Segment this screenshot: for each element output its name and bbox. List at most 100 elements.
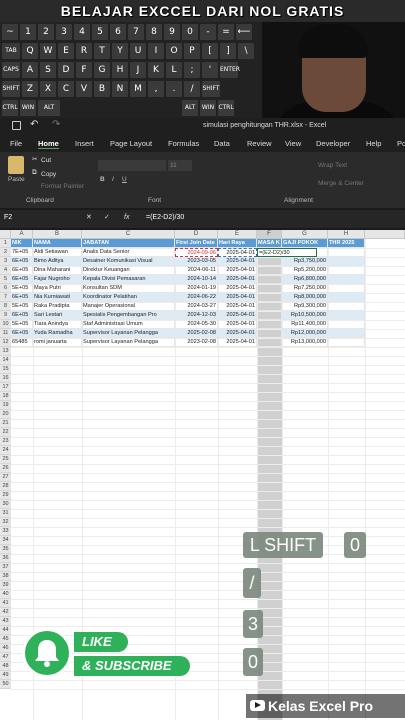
cell-D2[interactable]: 2024-09-06 [175, 248, 218, 257]
key-row5-3[interactable]: ALT [182, 100, 198, 116]
key-row2-9[interactable]: O [166, 43, 182, 59]
tab-formulas[interactable]: Formulas [168, 139, 199, 148]
undo-icon[interactable]: ↶ [30, 119, 38, 130]
row-header-31[interactable]: 31 [0, 509, 11, 518]
key-row3-5[interactable]: G [94, 62, 110, 78]
row-header-25[interactable]: 25 [0, 455, 11, 464]
wrap-text-button[interactable]: Wrap Text [318, 162, 347, 169]
key-row4-3[interactable]: C [58, 81, 74, 97]
key-row1-7[interactable]: 7 [128, 24, 144, 40]
key-row2-11[interactable]: [ [202, 43, 218, 59]
cell-A10[interactable]: 5E+05 [11, 320, 33, 329]
copy-icon[interactable]: ⧉ [32, 169, 37, 177]
key-row5-5[interactable]: CTRL [218, 100, 234, 116]
header-cell-D[interactable]: First Join Date [175, 239, 218, 248]
cell-D10[interactable]: 2024-05-30 [175, 320, 218, 329]
row-header-3[interactable]: 3 [0, 257, 11, 266]
header-cell-A[interactable]: NIK [11, 239, 33, 248]
key-row3-11[interactable]: ' [202, 62, 218, 78]
row-header-41[interactable]: 41 [0, 599, 11, 608]
cell-D6[interactable]: 2024-01-19 [175, 284, 218, 293]
cell-B8[interactable]: Raka Pradipta [33, 302, 82, 311]
row-header-37[interactable]: 37 [0, 563, 11, 572]
key-row2-1[interactable]: Q [22, 43, 38, 59]
column-header-B[interactable]: B [33, 230, 82, 239]
cell-D9[interactable]: 2024-12-03 [175, 311, 218, 320]
cell-C10[interactable]: Staf Administrasi Umum [82, 320, 175, 329]
cell-B6[interactable]: Maya Putri [33, 284, 82, 293]
cancel-icon[interactable]: ✕ [86, 213, 92, 221]
cell-E11[interactable]: 2025-04-01 [218, 329, 257, 338]
cell-A6[interactable]: 5E+05 [11, 284, 33, 293]
cell-E8[interactable]: 2025-04-01 [218, 302, 257, 311]
key-row3-3[interactable]: D [58, 62, 74, 78]
cell-A5[interactable]: 6E+05 [11, 275, 33, 284]
row-header-10[interactable]: 10 [0, 320, 11, 329]
cell-F4[interactable] [257, 266, 282, 275]
cell-E5[interactable]: 2025-04-01 [218, 275, 257, 284]
row-header-40[interactable]: 40 [0, 590, 11, 599]
cell-G9[interactable]: Rp10,500,000 [282, 311, 328, 320]
save-icon[interactable] [12, 121, 21, 130]
row-header-22[interactable]: 22 [0, 428, 11, 437]
italic-icon[interactable]: I [112, 176, 114, 183]
row-header-29[interactable]: 29 [0, 491, 11, 500]
tab-file[interactable]: File [10, 139, 22, 148]
row-header-49[interactable]: 49 [0, 671, 11, 680]
row-header-36[interactable]: 36 [0, 554, 11, 563]
cell-D8[interactable]: 2024-03-27 [175, 302, 218, 311]
cell-H8[interactable] [328, 302, 365, 311]
key-row1-3[interactable]: 3 [56, 24, 72, 40]
key-row4-8[interactable]: , [148, 81, 164, 97]
cell-C4[interactable]: Direktur Keuangan [82, 266, 175, 275]
row-header-35[interactable]: 35 [0, 545, 11, 554]
cell-H2[interactable] [328, 248, 365, 257]
tab-review[interactable]: Review [247, 139, 272, 148]
key-row3-8[interactable]: K [148, 62, 164, 78]
row-header-32[interactable]: 32 [0, 518, 11, 527]
row-header-39[interactable]: 39 [0, 581, 11, 590]
cell-H3[interactable] [328, 257, 365, 266]
cell-F11[interactable] [257, 329, 282, 338]
key-row2-13[interactable]: \ [238, 43, 254, 59]
column-header-C[interactable]: C [82, 230, 175, 239]
key-row2-5[interactable]: T [94, 43, 110, 59]
key-row1-4[interactable]: 4 [74, 24, 90, 40]
key-row2-3[interactable]: E [58, 43, 74, 59]
row-header-28[interactable]: 28 [0, 482, 11, 491]
row-header-12[interactable]: 12 [0, 338, 11, 347]
key-row4-11[interactable]: SHIFT [202, 81, 220, 97]
row-header-24[interactable]: 24 [0, 446, 11, 455]
row-header-19[interactable]: 19 [0, 401, 11, 410]
cell-E9[interactable]: 2025-04-01 [218, 311, 257, 320]
key-row4-10[interactable]: / [184, 81, 200, 97]
cell-F10[interactable] [257, 320, 282, 329]
cell-E4[interactable]: 2025-04-01 [218, 266, 257, 275]
cell-H4[interactable] [328, 266, 365, 275]
key-row4-0[interactable]: SHIFT [2, 81, 20, 97]
key-row3-6[interactable]: H [112, 62, 128, 78]
key-row4-1[interactable]: Z [22, 81, 38, 97]
row-header-47[interactable]: 47 [0, 653, 11, 662]
cell-D3[interactable]: 2023-03-05 [175, 257, 218, 266]
format-painter-button[interactable]: Format Painter [41, 183, 84, 190]
paste-button[interactable]: Paste [8, 176, 25, 183]
key-row1-13[interactable]: ⟵ [236, 24, 252, 40]
cell-B10[interactable]: Tiara Anindya [33, 320, 82, 329]
key-row4-4[interactable]: V [76, 81, 92, 97]
cell-G8[interactable]: Rp9,300,000 [282, 302, 328, 311]
row-header-43[interactable]: 43 [0, 617, 11, 626]
key-row3-0[interactable]: CAPS [2, 62, 20, 78]
key-row1-9[interactable]: 9 [164, 24, 180, 40]
cell-F6[interactable] [257, 284, 282, 293]
cell-D11[interactable]: 2025-02-08 [175, 329, 218, 338]
tab-page-layout[interactable]: Page Layout [110, 139, 152, 148]
cell-C11[interactable]: Supervisor Layanan Pelangga [82, 329, 175, 338]
key-row1-8[interactable]: 8 [146, 24, 162, 40]
enter-icon[interactable]: ✓ [104, 213, 110, 221]
cell-C8[interactable]: Manajer Operasional [82, 302, 175, 311]
cell-B11[interactable]: Yuda Ramadha [33, 329, 82, 338]
tab-data[interactable]: Data [214, 139, 230, 148]
cell-A7[interactable]: 6E+05 [11, 293, 33, 302]
cell-B2[interactable]: Aldi Setiawan [33, 248, 82, 257]
